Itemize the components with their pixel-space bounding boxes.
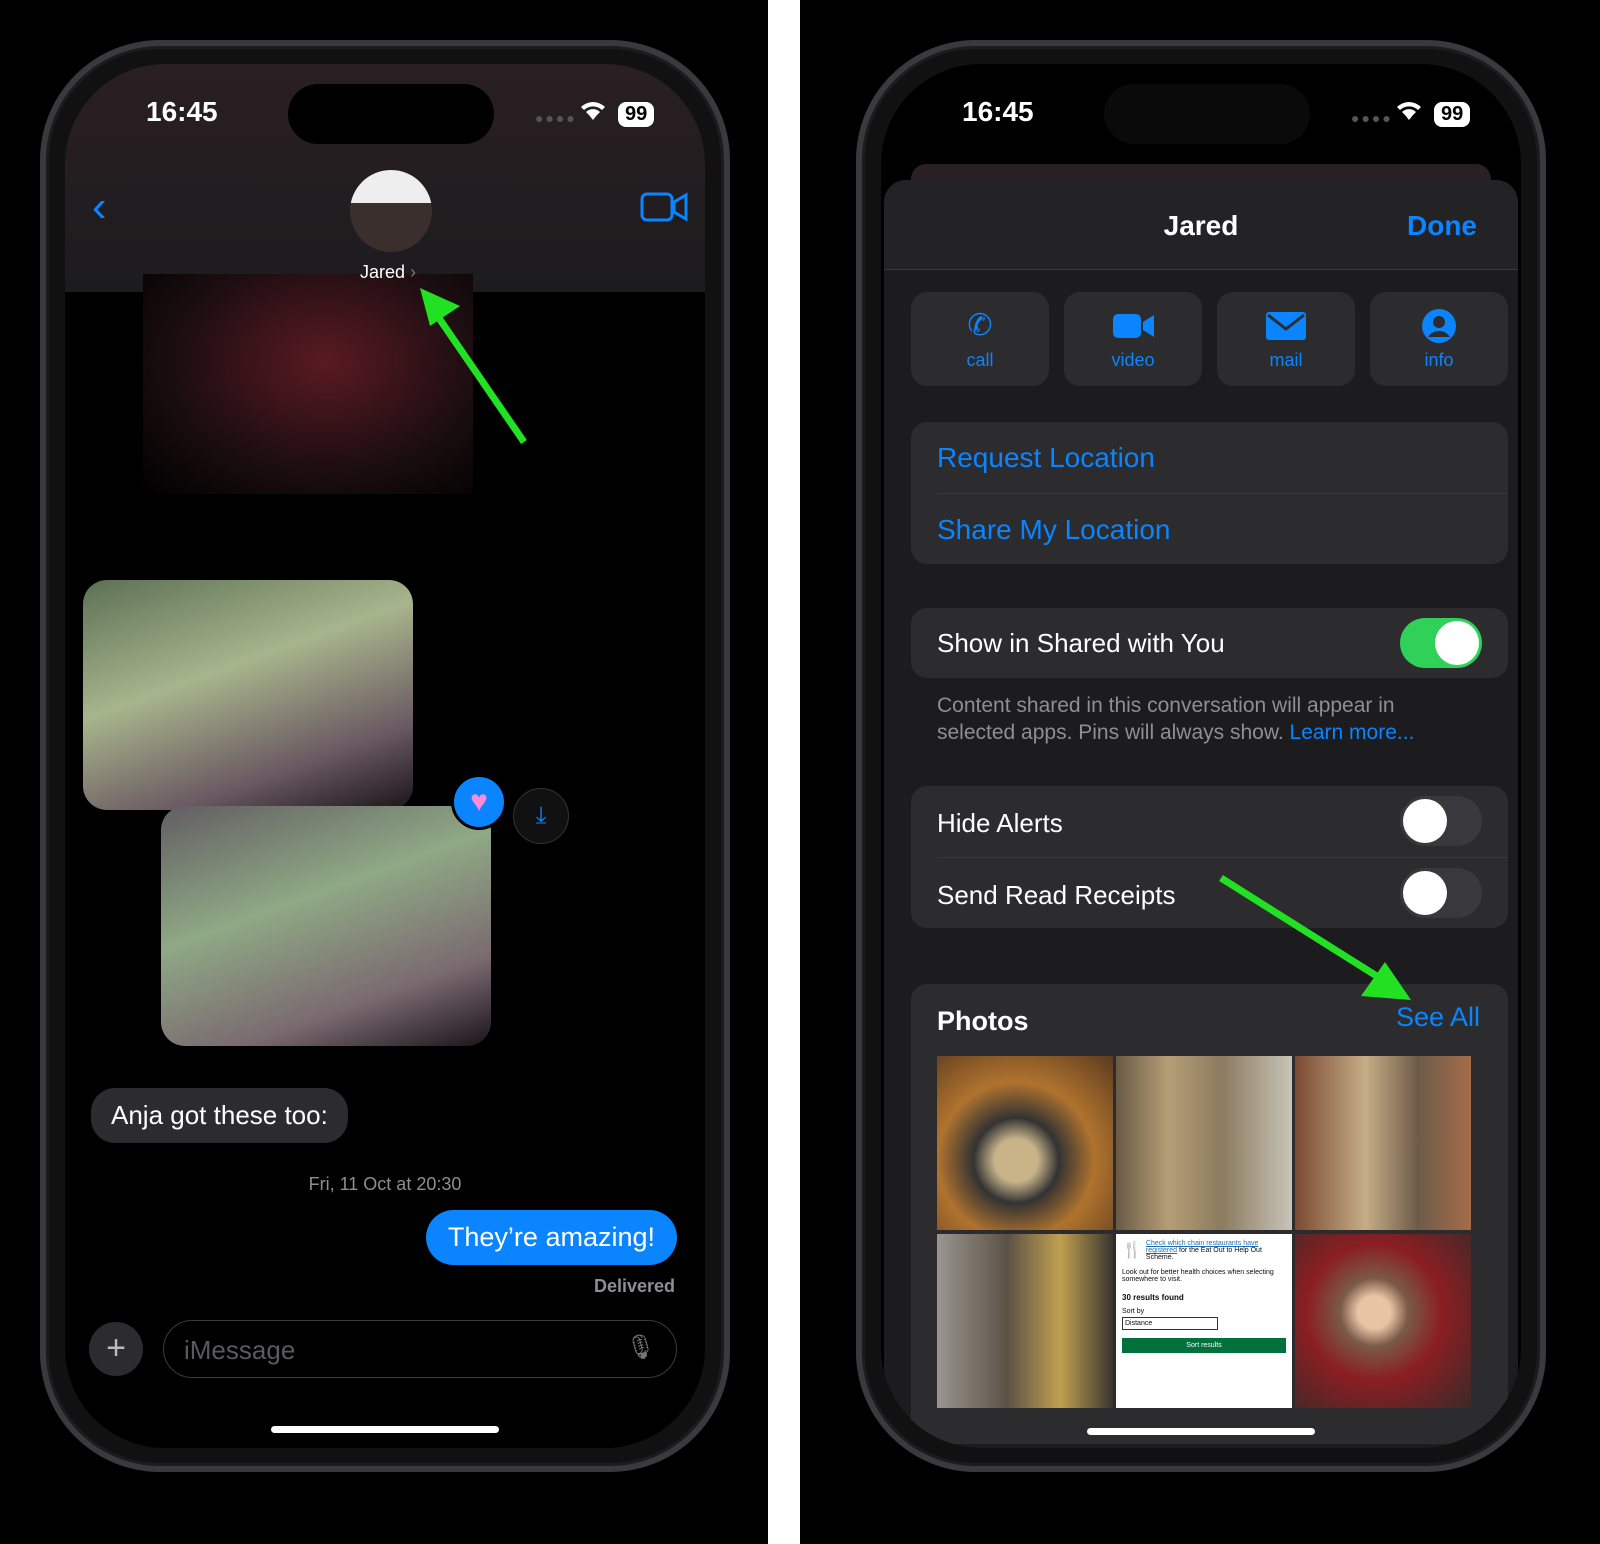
done-button[interactable]: Done	[1407, 210, 1477, 242]
webpage-screenshot-thumbnail[interactable]: 🍴 Check which chain restaurants have regi…	[1116, 1234, 1292, 1408]
divider	[768, 0, 800, 1544]
dynamic-island	[288, 84, 494, 144]
wifi-icon	[1394, 98, 1424, 127]
video-icon	[1113, 314, 1154, 338]
shared-with-you-row: Show in Shared with You	[911, 608, 1508, 678]
annotation-arrow-right	[1219, 875, 1411, 1000]
contact-details-screen: Jared Done ✆ call video mail info Request…	[881, 64, 1521, 1448]
photo-thumbnail[interactable]	[1295, 1056, 1471, 1230]
status-time: 16:45	[962, 96, 1034, 127]
phone-icon: ✆	[967, 309, 993, 342]
received-message: Anja got these too:	[91, 1088, 348, 1143]
shared-with-you-label: Show in Shared with You	[937, 628, 1225, 658]
message-placeholder: iMessage	[184, 1335, 296, 1365]
home-indicator	[271, 1426, 499, 1433]
cellular-signal-icon: ●●●●	[1351, 110, 1393, 126]
plus-icon[interactable]: +	[89, 1322, 143, 1376]
share-location-button[interactable]: Share My Location	[937, 514, 1170, 546]
thumb-sort-label: Sort by	[1122, 1308, 1145, 1315]
thumb-hint: Look out for better health choices when …	[1122, 1269, 1274, 1283]
battery-indicator: 99	[618, 102, 655, 127]
contact-name-button[interactable]: Jared ›	[360, 262, 416, 283]
back-chevron-icon[interactable]: ‹	[92, 182, 107, 232]
person-circle-icon	[1422, 309, 1456, 343]
photo-thumbnail[interactable]	[937, 1056, 1113, 1230]
call-label: call	[966, 350, 994, 370]
cutlery-icon: 🍴	[1122, 1242, 1142, 1259]
photo-thumbnail[interactable]	[1116, 1056, 1292, 1230]
photo-thumbnail[interactable]	[1295, 1234, 1471, 1408]
microphone-icon[interactable]: 🎙	[626, 1333, 656, 1362]
delivered-status: Delivered	[593, 1276, 675, 1296]
separator	[937, 493, 1508, 494]
aurora-photo-2[interactable]	[161, 806, 491, 1046]
mail-button[interactable]: mail	[1217, 292, 1355, 386]
thumb-sort-select: Distance	[1122, 1317, 1218, 1330]
info-label: info	[1424, 350, 1454, 370]
location-group: Request Location Share My Location	[911, 422, 1508, 564]
photos-group: Photos See All 🍴 Check which chain restau…	[911, 984, 1508, 1444]
message-timestamp: Fri, 11 Oct at 20:30	[308, 1174, 462, 1194]
video-call-icon[interactable]	[640, 190, 690, 226]
dynamic-island	[1104, 84, 1310, 144]
info-button[interactable]: info	[1370, 292, 1508, 386]
hide-alerts-toggle[interactable]	[1400, 796, 1482, 846]
heart-reaction-icon[interactable]: ♥	[451, 774, 507, 830]
shared-with-you-toggle[interactable]	[1400, 618, 1482, 668]
alerts-group: Hide Alerts Send Read Receipts	[911, 786, 1508, 928]
contact-avatar[interactable]	[350, 170, 432, 252]
separator	[937, 857, 1508, 858]
chevron-right-icon: ›	[410, 262, 417, 282]
photo-thumbnail[interactable]	[937, 1234, 1113, 1408]
photos-title: Photos	[937, 1006, 1029, 1036]
wifi-icon	[578, 98, 608, 129]
annotation-arrow-left	[420, 288, 527, 444]
hide-alerts-label: Hide Alerts	[937, 808, 1063, 838]
video-button[interactable]: video	[1064, 292, 1202, 386]
video-label: video	[1111, 350, 1155, 370]
contact-name: Jared	[360, 262, 406, 282]
mail-label: mail	[1269, 350, 1303, 370]
read-receipts-label: Send Read Receipts	[937, 880, 1176, 910]
status-time: 16:45	[146, 96, 218, 127]
shared-with-you-footer: Content shared in this conversation will…	[937, 692, 1457, 746]
aurora-photo-1[interactable]	[83, 580, 413, 810]
call-button[interactable]: ✆ call	[911, 292, 1049, 386]
save-download-icon[interactable]: ⤓	[513, 788, 569, 844]
cellular-signal-icon: ●●●●	[535, 110, 577, 126]
thumb-sort-button: Sort results	[1122, 1338, 1286, 1353]
thumb-results: 30 results found	[1122, 1293, 1184, 1302]
home-indicator	[1087, 1428, 1315, 1435]
sent-message: They’re amazing!	[425, 1210, 677, 1265]
battery-indicator: 99	[1434, 102, 1471, 127]
envelope-icon	[1266, 312, 1306, 340]
message-input[interactable]: iMessage 🎙	[163, 1320, 677, 1378]
request-location-button[interactable]: Request Location	[937, 442, 1155, 474]
learn-more-link[interactable]: Learn more...	[1290, 721, 1415, 744]
